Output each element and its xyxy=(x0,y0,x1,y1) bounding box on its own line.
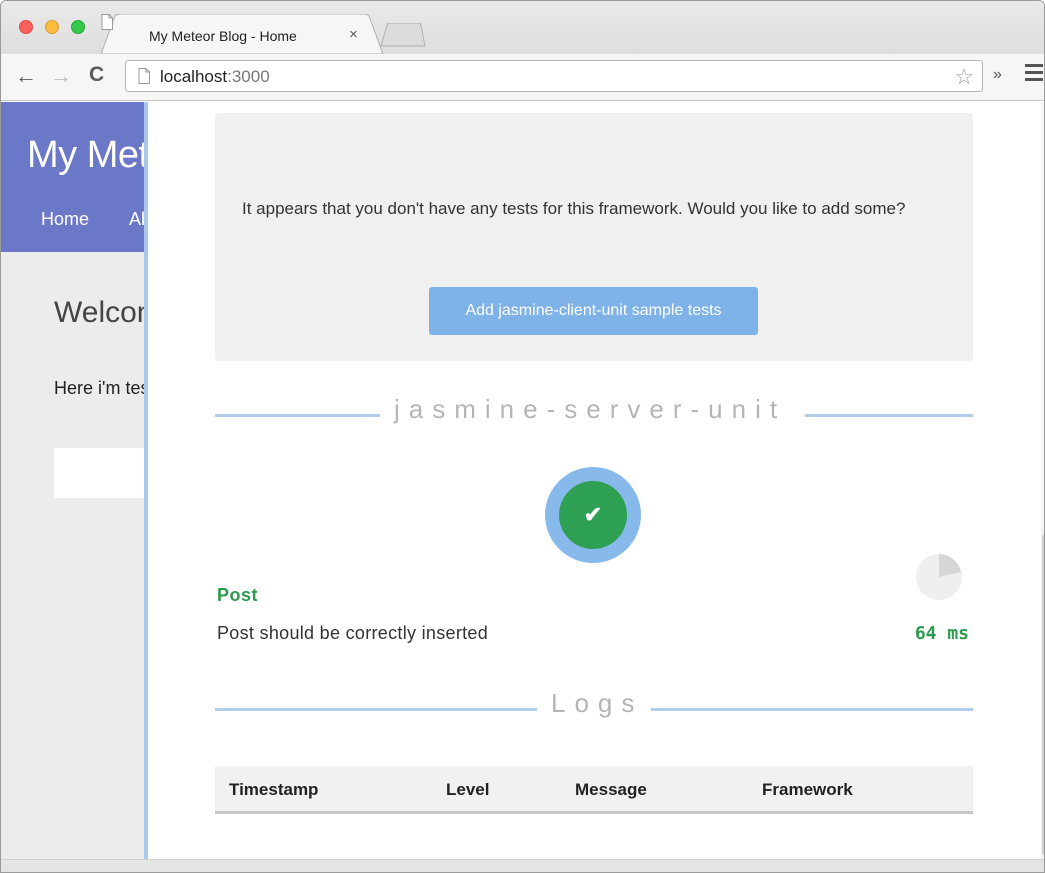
url-text[interactable]: localhost:3000 xyxy=(160,67,270,87)
blog-header: My Meteor Blog Home About xyxy=(1,102,146,252)
url-port: :3000 xyxy=(227,67,270,86)
notice-text: It appears that you don't have any tests… xyxy=(242,199,906,218)
test-suite-name: Post xyxy=(217,585,259,605)
page-icon xyxy=(101,14,113,30)
section-rule xyxy=(215,708,537,711)
forward-arrow-icon[interactable]: → xyxy=(50,63,72,89)
back-arrow-icon[interactable]: ← xyxy=(15,63,37,89)
section-rule xyxy=(215,414,380,417)
horizontal-scrollbar[interactable] xyxy=(1,859,1044,872)
velocity-overlay: It appears that you don't have any tests… xyxy=(144,102,1044,859)
add-sample-tests-button[interactable]: Add jasmine-client-unit sample tests xyxy=(429,287,758,335)
url-host: localhost xyxy=(160,67,228,86)
test-duration: 64 ms xyxy=(914,623,969,644)
column-framework[interactable]: Framework xyxy=(762,780,853,800)
checkmark-icon: ✔ xyxy=(559,481,627,549)
menu-line xyxy=(1025,71,1043,74)
menu-line xyxy=(1025,64,1043,67)
test-name: Post should be correctly inserted xyxy=(217,623,489,643)
page-icon xyxy=(138,68,150,84)
blog-page: My Meteor Blog Home About Welcome Here i… xyxy=(1,102,146,859)
blog-content-box xyxy=(54,448,146,498)
close-window-button[interactable] xyxy=(19,20,33,34)
section-rule xyxy=(651,708,973,711)
tab-strip: My Meteor Blog - Home × xyxy=(1,1,1044,55)
column-message[interactable]: Message xyxy=(575,780,647,800)
nav-home-link[interactable]: Home xyxy=(41,209,89,230)
tab-close-icon[interactable]: × xyxy=(349,26,358,43)
extensions-overflow-icon[interactable]: » xyxy=(993,66,1002,84)
reload-icon[interactable]: C xyxy=(89,63,104,87)
address-bar[interactable]: localhost:3000 ☆ xyxy=(125,60,983,92)
framework-title: jasmine-server-unit xyxy=(394,394,787,424)
time-pie-icon xyxy=(916,554,962,600)
blog-intro-text: Here i'm testing xyxy=(54,378,146,398)
browser-window: My Meteor Blog - Home × ← → C localhost:… xyxy=(0,0,1045,873)
blog-body: Welcome Here i'm testing xyxy=(1,252,146,859)
section-rule xyxy=(805,414,973,417)
column-timestamp[interactable]: Timestamp xyxy=(229,780,318,800)
bookmark-star-icon[interactable]: ☆ xyxy=(954,64,974,90)
logs-title: Logs xyxy=(551,688,644,718)
column-level[interactable]: Level xyxy=(446,780,489,800)
blog-title[interactable]: My Meteor Blog xyxy=(27,134,146,177)
tab-title: My Meteor Blog - Home xyxy=(149,28,297,44)
logs-table-header: Timestamp Level Message Framework xyxy=(215,766,973,814)
minimize-window-button[interactable] xyxy=(45,20,59,34)
browser-toolbar: ← → C localhost:3000 ☆ » xyxy=(1,54,1044,101)
hamburger-menu-icon[interactable] xyxy=(1025,64,1043,82)
blog-welcome-heading: Welcome xyxy=(54,296,146,329)
no-tests-notice: It appears that you don't have any tests… xyxy=(215,113,973,361)
page-viewport: My Meteor Blog Home About Welcome Here i… xyxy=(1,102,1044,859)
menu-line xyxy=(1025,78,1043,81)
test-status-indicator: ✔ xyxy=(545,467,641,563)
new-tab-button[interactable] xyxy=(379,23,427,47)
tab-active[interactable]: My Meteor Blog - Home × xyxy=(101,14,383,55)
maximize-window-button[interactable] xyxy=(71,20,85,34)
